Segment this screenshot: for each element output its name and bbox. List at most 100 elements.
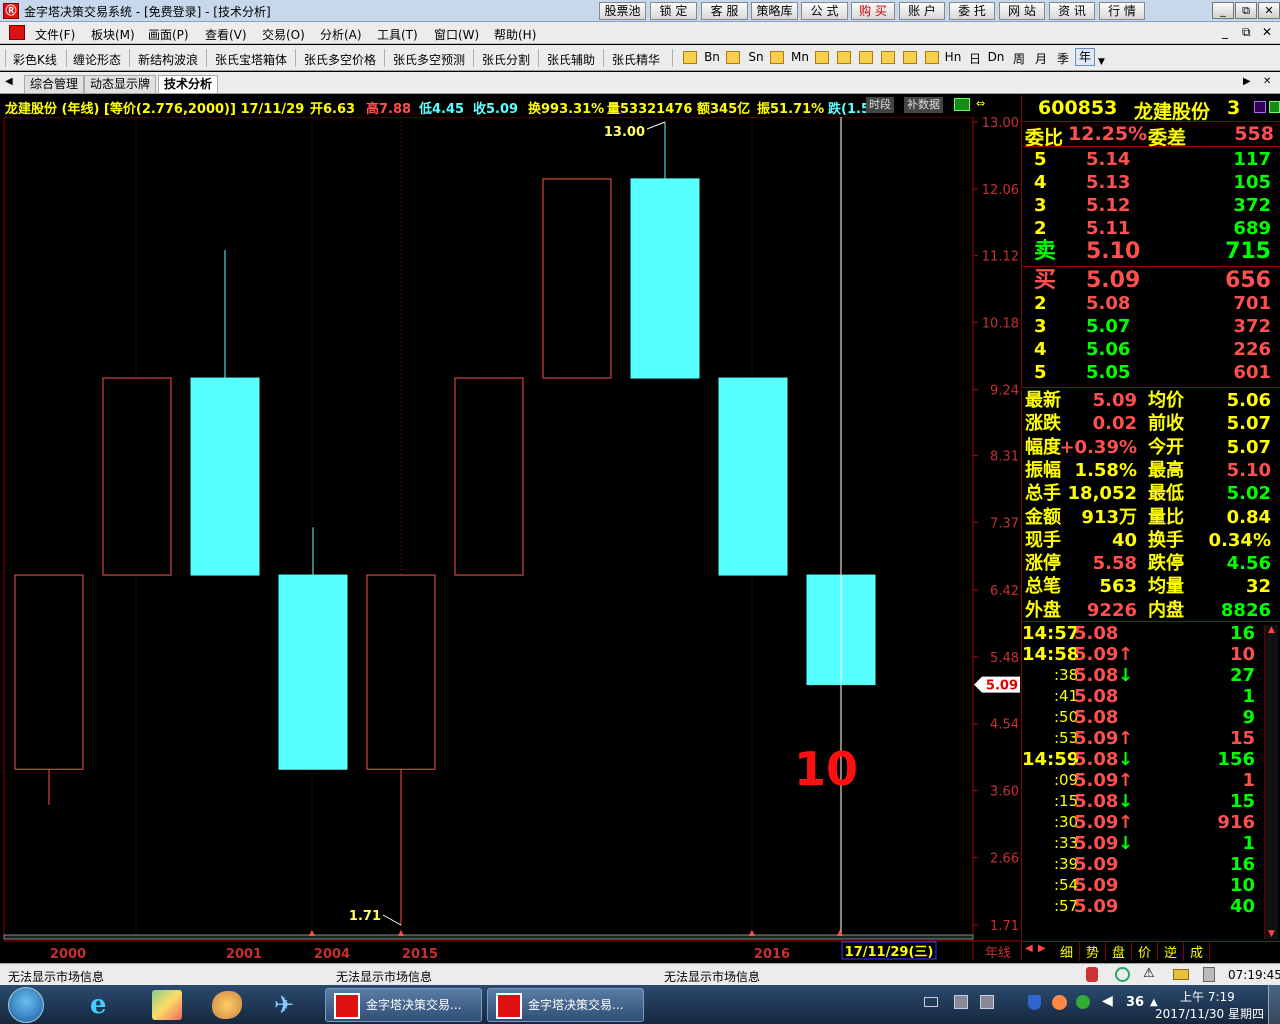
qtab-right-icon[interactable]: ▶ <box>1038 943 1046 954</box>
top-button-9[interactable]: 资 讯 <box>1049 2 1095 20</box>
sync-icon[interactable] <box>1115 967 1130 982</box>
restore-button[interactable]: ⧉ <box>1235 2 1257 19</box>
one-minute-icon[interactable] <box>770 51 784 64</box>
top-button-1[interactable]: 锁 定 <box>650 2 697 20</box>
link-icon[interactable] <box>1254 101 1266 113</box>
candle-body[interactable] <box>102 377 172 576</box>
five-minute-icon[interactable] <box>837 51 851 64</box>
period-hn[interactable]: Hn <box>944 50 962 64</box>
candle-body[interactable] <box>630 178 700 379</box>
doc-icon[interactable] <box>9 25 25 40</box>
tick-row[interactable]: :09 5.09 ↑ 1 <box>1022 770 1277 791</box>
fifteen-minute-icon[interactable] <box>881 51 895 64</box>
top-button-3[interactable]: 策略库 <box>751 2 798 20</box>
candle-body[interactable] <box>718 377 788 576</box>
tick-row[interactable]: 14:58 5.09 ↑ 10 <box>1022 644 1277 665</box>
period-mn[interactable]: Mn <box>789 50 811 64</box>
top-button-5[interactable]: 购 买 <box>851 2 895 20</box>
tick-row[interactable]: 14:59 5.08 ↓ 156 <box>1022 749 1277 770</box>
tray-counter[interactable]: 36 <box>1126 995 1144 1010</box>
tick-row[interactable]: :33 5.09 ↓ 1 <box>1022 833 1277 854</box>
one-hour-icon[interactable] <box>925 51 939 64</box>
show-desktop-button[interactable] <box>1268 985 1280 1024</box>
menu-help[interactable]: 帮助(H) <box>494 26 536 43</box>
kline-chart[interactable]: 13.00 12.06 11.12 10.18 9.24 8.31 7.37 6.42 5.48… <box>0 95 1020 960</box>
tick-row[interactable]: :39 5.09 16 <box>1022 854 1277 875</box>
menu-view[interactable]: 查看(V) <box>205 26 247 43</box>
clock-date[interactable]: 2017/11/30 星期四 <box>1155 1005 1264 1022</box>
taskbar-app-2[interactable]: 金字塔决策交易... <box>487 988 644 1022</box>
period-quarter[interactable]: 季 <box>1054 50 1072 67</box>
menu-window[interactable]: 窗口(W) <box>434 26 479 43</box>
top-button-2[interactable]: 客 服 <box>701 2 748 20</box>
period-day[interactable]: 日 <box>966 50 984 67</box>
tick-row[interactable]: 14:57 5.08 16 <box>1022 623 1277 644</box>
book-row[interactable]: 3 5.12 372 <box>1022 194 1277 217</box>
mdi-close[interactable]: ✕ <box>1262 25 1272 39</box>
book-row[interactable]: 5 5.14 117 <box>1022 148 1277 171</box>
menu-sector[interactable]: 板块(M) <box>91 26 135 43</box>
menu-tools[interactable]: 工具(T) <box>377 26 418 43</box>
clock-time[interactable]: 上午 7:19 <box>1180 988 1235 1005</box>
period-dn[interactable]: Dn <box>987 50 1005 64</box>
candle-body[interactable] <box>542 178 612 379</box>
tool-new-wave[interactable]: 新结构波浪 <box>138 51 198 68</box>
tick-row[interactable]: :54 5.09 10 <box>1022 875 1277 896</box>
three-minute-icon[interactable] <box>815 51 829 64</box>
candle-body[interactable] <box>278 574 348 770</box>
doc-status-icon[interactable] <box>1203 967 1215 982</box>
quote-tab-0[interactable]: 细 <box>1060 942 1081 961</box>
bird-app-icon[interactable]: ✈ <box>274 991 306 1019</box>
quote-tab-1[interactable]: 势 <box>1086 942 1107 961</box>
period-week[interactable]: 周 <box>1010 50 1028 67</box>
period-bn[interactable]: Bn <box>703 50 721 64</box>
time-segment-button[interactable]: 时段 <box>866 97 894 113</box>
tick-row[interactable]: :15 5.08 ↓ 15 <box>1022 791 1277 812</box>
tick-row[interactable]: :41 5.08 1 <box>1022 686 1277 707</box>
collapse-arrow-icon[interactable]: ⇔ <box>976 97 985 110</box>
tool-aux[interactable]: 张氏辅助 <box>547 51 595 68</box>
book-row[interactable]: 买 5.09 656 <box>1022 269 1277 292</box>
minute-chart-icon[interactable] <box>726 51 740 64</box>
menu-trade[interactable]: 交易(O) <box>262 26 305 43</box>
minimize-button[interactable]: _ <box>1212 2 1234 19</box>
volume-icon[interactable]: ◀ <box>1102 993 1113 1009</box>
tab-scroll-right-icon[interactable]: ▶ <box>1243 76 1251 87</box>
tick-row[interactable]: :57 5.09 40 <box>1022 896 1277 917</box>
menu-analysis[interactable]: 分析(A) <box>320 26 362 43</box>
fill-data-button[interactable]: 补数据 <box>904 97 943 113</box>
period-sn[interactable]: Sn <box>747 50 765 64</box>
tool-tower-box[interactable]: 张氏宝塔箱体 <box>215 51 287 68</box>
display-icon[interactable] <box>980 995 994 1009</box>
scroll-down-icon[interactable]: ▼ <box>1265 929 1278 939</box>
maps-icon[interactable] <box>152 990 182 1020</box>
warning-icon[interactable]: ⚠ <box>1143 966 1155 981</box>
book-row[interactable]: 3 5.07 372 <box>1022 315 1277 338</box>
tick-list[interactable]: 14:57 5.08 16 14:58 5.09 ↑ 10:38 5.08 ↓ 27:41 5.08… <box>1022 623 1280 941</box>
tool-essence[interactable]: 张氏精华 <box>612 51 660 68</box>
tab-scroll-left-icon[interactable]: ◀ <box>5 76 13 87</box>
candle-body[interactable] <box>454 377 524 576</box>
top-button-0[interactable]: 股票池 <box>599 2 646 20</box>
tick-chart-icon[interactable] <box>683 51 697 64</box>
mdi-minimize[interactable]: _ <box>1222 25 1228 39</box>
network-icon[interactable] <box>954 995 968 1009</box>
book-row[interactable]: 2 5.08 701 <box>1022 292 1277 315</box>
update-icon[interactable] <box>1052 995 1067 1010</box>
chart-mode-icon[interactable] <box>954 98 970 111</box>
ten-minute-icon[interactable] <box>859 51 873 64</box>
shield-icon[interactable] <box>1028 995 1041 1010</box>
menu-file[interactable]: 文件(F) <box>35 26 75 43</box>
scroll-up-icon[interactable]: ▲ <box>1265 625 1278 635</box>
top-button-4[interactable]: 公 式 <box>801 2 848 20</box>
tool-split[interactable]: 张氏分割 <box>482 51 530 68</box>
top-button-8[interactable]: 网 站 <box>999 2 1045 20</box>
tick-row[interactable]: :30 5.09 ↑ 916 <box>1022 812 1277 833</box>
paint-icon[interactable] <box>212 991 242 1019</box>
tick-row[interactable]: :50 5.08 9 <box>1022 707 1277 728</box>
candle-body[interactable] <box>366 574 436 770</box>
candle-body[interactable] <box>190 377 260 576</box>
tab-close-icon[interactable]: ✕ <box>1263 76 1271 87</box>
quote-tab-5[interactable]: 成 <box>1190 942 1211 961</box>
keyboard-icon[interactable] <box>924 997 938 1007</box>
